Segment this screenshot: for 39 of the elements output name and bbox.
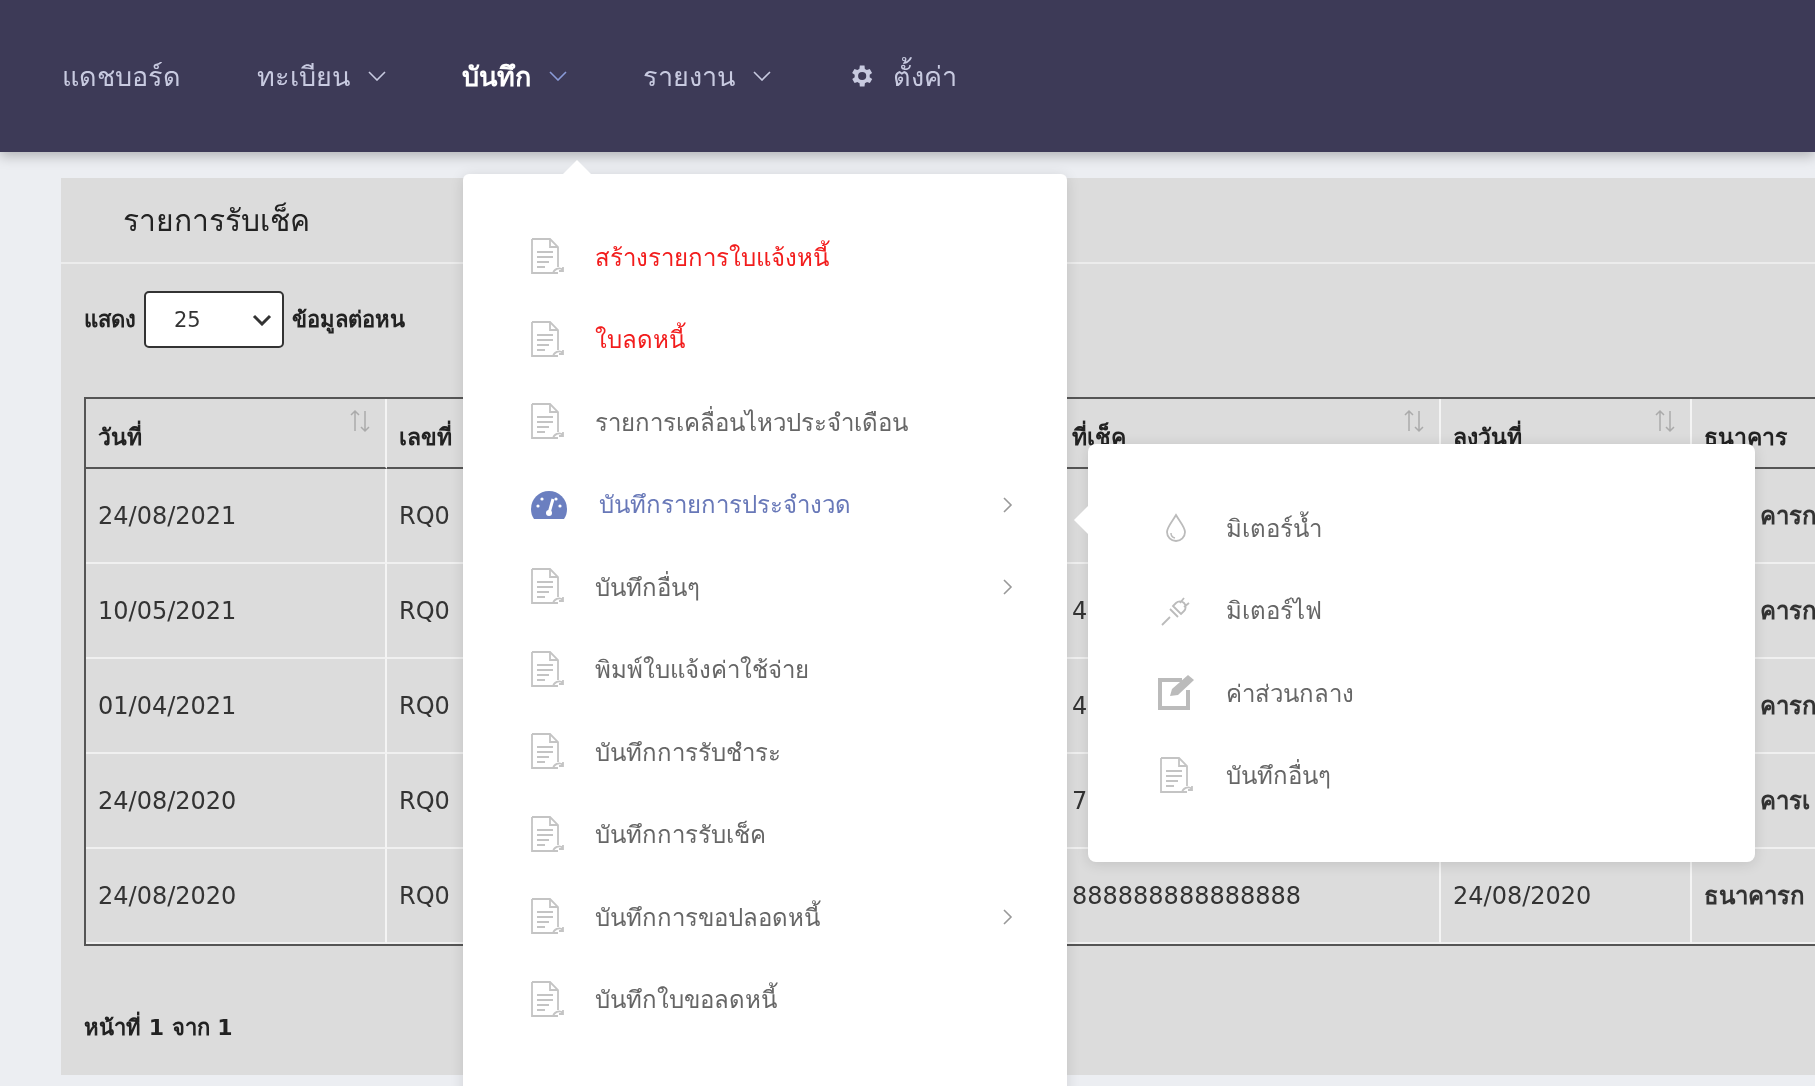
chevron-right-icon (1003, 496, 1013, 513)
show-label: แสดง (84, 306, 136, 334)
submenu-item[interactable]: มิเตอร์ไฟ (1088, 569, 1755, 652)
chevron-down-icon (753, 71, 771, 81)
chevron-right-icon (1003, 579, 1013, 596)
sort-icon[interactable] (1654, 409, 1676, 433)
submenu-item[interactable]: ค่าส่วนกลาง (1088, 652, 1755, 735)
nav-item[interactable]: รายงาน (643, 54, 771, 98)
page-size-select[interactable]: 25 (144, 291, 284, 348)
drop-icon (1164, 513, 1188, 544)
nav-item[interactable]: บันทึก (462, 54, 567, 98)
caret-icon (252, 313, 272, 326)
table-cell: 24/08/2020 (86, 849, 387, 944)
submenu-item[interactable]: มิเตอร์น้ำ (1088, 487, 1755, 570)
per-page-label: ข้อมูลต่อหน (292, 306, 405, 336)
table-cell: 01/04/2021 (86, 659, 387, 754)
document-icon (529, 319, 565, 360)
menu-item[interactable]: สร้างรายการใบแจ้งหนี้ (463, 216, 1067, 299)
nav-item[interactable]: ทะเบียน (257, 54, 386, 98)
chevron-right-icon (1003, 909, 1013, 926)
gauge-icon (529, 488, 569, 521)
sort-icon[interactable] (349, 409, 371, 433)
submenu-item[interactable]: บันทึกอื่นๆ (1088, 734, 1755, 817)
card-title: รายการรับเช็ค (123, 201, 310, 240)
chevron-down-icon (368, 71, 386, 81)
document-icon (529, 979, 565, 1020)
nav-item[interactable]: แดชบอร์ด (62, 54, 181, 98)
document-icon (529, 814, 565, 855)
edit-icon (1156, 674, 1196, 713)
sort-icon[interactable] (1403, 409, 1425, 433)
menu-item[interactable]: ใบลดหนี้ (463, 298, 1067, 381)
table-cell: 24/08/2021 (86, 469, 387, 564)
table-cell: 24/08/2020 (86, 754, 387, 849)
chevron-down-icon (549, 71, 567, 81)
document-icon (529, 649, 565, 690)
document-icon (1158, 755, 1194, 796)
table-cell: 10/05/2021 (86, 564, 387, 659)
column-header[interactable]: วันที่ (86, 399, 387, 469)
nav-item[interactable]: ตั้งค่า (847, 54, 957, 98)
